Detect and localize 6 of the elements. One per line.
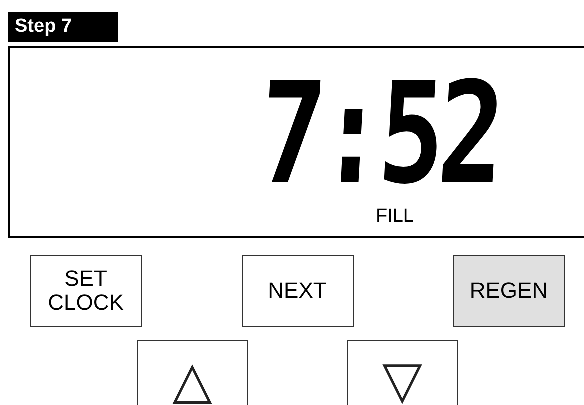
arrow-button[interactable]: ▽	[347, 340, 458, 405]
panel-button[interactable]: SET CLOCK	[30, 255, 142, 327]
panel-button[interactable]: REGEN	[453, 255, 565, 327]
panel-button[interactable]: NEXT	[242, 255, 354, 327]
step-label: Step 7	[8, 12, 118, 42]
arrow-button[interactable]: △	[137, 340, 248, 405]
